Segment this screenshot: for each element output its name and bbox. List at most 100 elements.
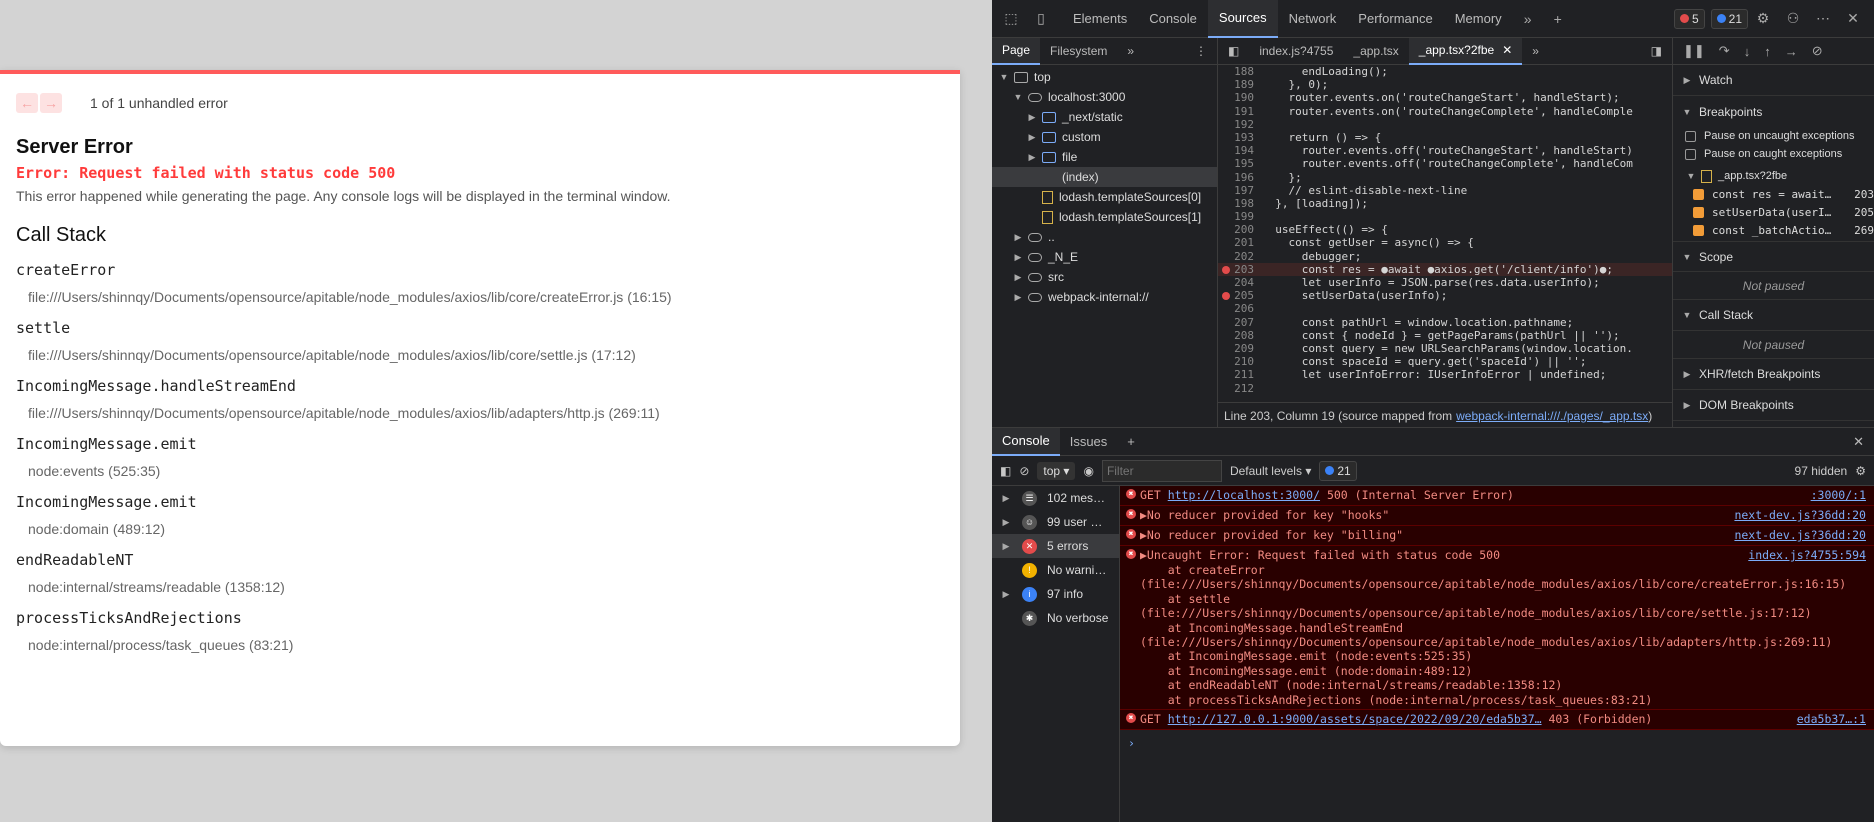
context-selector[interactable]: top ▾ bbox=[1037, 461, 1076, 480]
settings-gear-icon[interactable]: ⚙ bbox=[1754, 10, 1772, 28]
deactivate-breakpoints-icon[interactable]: ⊘ bbox=[1812, 43, 1823, 59]
tree-arrow-icon[interactable]: ▶ bbox=[1026, 112, 1038, 123]
console-prompt[interactable]: › bbox=[1120, 736, 1874, 750]
line-number[interactable]: 198 bbox=[1218, 197, 1262, 210]
watch-section[interactable]: ▶ Watch bbox=[1673, 65, 1874, 96]
tree-item[interactable]: ▶ _next/static bbox=[992, 107, 1217, 127]
add-drawer-tab-icon[interactable]: + bbox=[1117, 428, 1145, 456]
tree-item[interactable]: ▶ webpack-internal:// bbox=[992, 287, 1217, 307]
tab-network[interactable]: Network bbox=[1278, 0, 1348, 38]
line-number[interactable]: 206 bbox=[1218, 302, 1262, 315]
call-stack-section[interactable]: ▼ Call Stack bbox=[1673, 300, 1874, 331]
editor-tab-app-active[interactable]: _app.tsx?2fbe ✕ bbox=[1408, 37, 1523, 65]
tab-console[interactable]: Console bbox=[992, 427, 1060, 456]
msg-text[interactable]: ▶No reducer provided for key "hooks" bbox=[1140, 508, 1389, 523]
issues-badge[interactable]: 21 bbox=[1319, 460, 1357, 481]
line-number[interactable]: 197 bbox=[1218, 184, 1262, 197]
close-drawer-icon[interactable]: ✕ bbox=[1843, 428, 1874, 456]
frame-location[interactable]: file:///Users/shinnqy/Documents/opensour… bbox=[28, 347, 944, 363]
clear-console-icon[interactable]: ⊘ bbox=[1019, 464, 1029, 478]
step-icon[interactable]: → bbox=[1785, 44, 1798, 59]
line-number[interactable]: 200 bbox=[1218, 223, 1262, 236]
tree-item[interactable]: ▶ src bbox=[992, 267, 1217, 287]
close-devtools-icon[interactable]: ✕ bbox=[1844, 10, 1862, 28]
dom-breakpoints-section[interactable]: ▶ DOM Breakpoints bbox=[1673, 390, 1874, 421]
console-settings-gear-icon[interactable]: ⚙ bbox=[1855, 464, 1866, 478]
scope-section[interactable]: ▼ Scope bbox=[1673, 241, 1874, 272]
breakpoint-line-number[interactable]: 205 bbox=[1218, 289, 1262, 302]
error-count-badge[interactable]: 5 bbox=[1673, 8, 1705, 29]
info-count-badge[interactable]: 21 bbox=[1710, 8, 1748, 29]
tab-elements[interactable]: Elements bbox=[1062, 0, 1138, 38]
step-into-icon[interactable]: ↓ bbox=[1744, 44, 1751, 59]
line-number[interactable]: 211 bbox=[1218, 368, 1262, 381]
line-number[interactable]: 202 bbox=[1218, 250, 1262, 263]
tree-arrow-icon[interactable]: ▶ bbox=[1026, 152, 1038, 163]
line-number[interactable]: 190 bbox=[1218, 91, 1262, 104]
frame-location[interactable]: file:///Users/shinnqy/Documents/opensour… bbox=[28, 405, 944, 421]
more-navigator-tabs-icon[interactable]: » bbox=[1117, 38, 1144, 65]
log-levels-dropdown[interactable]: Default levels ▾ bbox=[1230, 464, 1311, 478]
device-toolbar-icon[interactable]: ▯ bbox=[1032, 10, 1050, 28]
more-tabs-icon[interactable]: » bbox=[1519, 10, 1537, 28]
frame-location[interactable]: node:events (525:35) bbox=[28, 463, 944, 479]
remote-devices-icon[interactable]: ⚇ bbox=[1784, 10, 1802, 28]
frame-location[interactable]: node:internal/streams/readable (1358:12) bbox=[28, 579, 944, 595]
pause-caught-checkbox[interactable]: Pause on caught exceptions bbox=[1673, 145, 1874, 163]
pause-uncaught-checkbox[interactable]: Pause on uncaught exceptions bbox=[1673, 127, 1874, 145]
console-sidebar-item[interactable]: ▶ ✕ 5 errors bbox=[992, 534, 1119, 558]
frame-location[interactable]: node:internal/process/task_queues (83:21… bbox=[28, 637, 944, 653]
code-lines[interactable]: 188 endLoading(); 189 }, 0); 190 router.ev… bbox=[1218, 65, 1672, 402]
tree-item[interactable]: ▶ _N_E bbox=[992, 247, 1217, 267]
line-number[interactable]: 204 bbox=[1218, 276, 1262, 289]
live-expression-eye-icon[interactable]: ◉ bbox=[1083, 464, 1093, 478]
line-number[interactable]: 191 bbox=[1218, 105, 1262, 118]
msg-source-link[interactable]: next-dev.js?36dd:20 bbox=[1734, 528, 1866, 543]
breakpoint-item[interactable]: const _batchActio… 269 bbox=[1673, 221, 1874, 239]
line-number[interactable]: 192 bbox=[1218, 118, 1262, 131]
step-out-icon[interactable]: ↑ bbox=[1764, 44, 1771, 59]
toggle-navigator-icon[interactable]: ◧ bbox=[1218, 38, 1249, 65]
line-number[interactable]: 193 bbox=[1218, 131, 1262, 144]
frame-location[interactable]: node:domain (489:12) bbox=[28, 521, 944, 537]
tree-item[interactable]: (index) bbox=[992, 167, 1217, 187]
line-number[interactable]: 209 bbox=[1218, 342, 1262, 355]
console-sidebar-item[interactable]: ! No warni… bbox=[992, 558, 1119, 582]
step-over-icon[interactable]: ↷ bbox=[1719, 43, 1730, 59]
tab-performance[interactable]: Performance bbox=[1347, 0, 1443, 38]
tree-item[interactable]: ▶ custom bbox=[992, 127, 1217, 147]
editor-tab-app[interactable]: _app.tsx bbox=[1343, 38, 1408, 65]
console-sidebar-item[interactable]: ▶ i 97 info bbox=[992, 582, 1119, 606]
line-number[interactable]: 199 bbox=[1218, 210, 1262, 223]
more-options-icon[interactable]: ⋯ bbox=[1814, 10, 1832, 28]
frame-location[interactable]: file:///Users/shinnqy/Documents/opensour… bbox=[28, 289, 944, 305]
line-number[interactable]: 189 bbox=[1218, 78, 1262, 91]
tab-filesystem[interactable]: Filesystem bbox=[1040, 38, 1117, 65]
tab-sources[interactable]: Sources bbox=[1207, 0, 1278, 38]
msg-source-link[interactable]: next-dev.js?36dd:20 bbox=[1734, 508, 1866, 523]
tree-arrow-icon[interactable]: ▶ bbox=[1012, 232, 1024, 243]
tab-page[interactable]: Page bbox=[992, 37, 1041, 65]
tree-arrow-icon[interactable]: ▶ bbox=[1026, 132, 1038, 143]
inspect-element-icon[interactable]: ⬚ bbox=[1002, 10, 1020, 28]
line-number[interactable]: 201 bbox=[1218, 236, 1262, 249]
tree-item[interactable]: ▶.. bbox=[992, 227, 1217, 247]
sidebar-toggle-icon[interactable]: ◧ bbox=[1000, 464, 1011, 478]
msg-text[interactable]: ▶No reducer provided for key "billing" bbox=[1140, 528, 1403, 543]
tab-memory[interactable]: Memory bbox=[1444, 0, 1513, 38]
tree-item[interactable]: lodash.templateSources[0] bbox=[992, 187, 1217, 207]
navigator-menu-icon[interactable]: ⋮ bbox=[1185, 38, 1217, 65]
line-number[interactable]: 188 bbox=[1218, 65, 1262, 78]
line-number[interactable]: 210 bbox=[1218, 355, 1262, 368]
line-number[interactable]: 207 bbox=[1218, 316, 1262, 329]
next-error-button[interactable]: → bbox=[40, 93, 62, 113]
console-sidebar-item[interactable]: ▶ ☰ 102 mes… bbox=[992, 486, 1119, 510]
tree-arrow-icon[interactable]: ▶ bbox=[1012, 252, 1024, 263]
tree-item[interactable]: lodash.templateSources[1] bbox=[992, 207, 1217, 227]
xhr-breakpoints-section[interactable]: ▶ XHR/fetch Breakpoints bbox=[1673, 359, 1874, 390]
line-number[interactable]: 212 bbox=[1218, 382, 1262, 395]
msg-source-link[interactable]: index.js?4755:594 bbox=[1748, 548, 1866, 563]
tree-arrow-icon[interactable]: ▶ bbox=[1012, 272, 1024, 283]
line-number[interactable]: 208 bbox=[1218, 329, 1262, 342]
more-editor-tabs-icon[interactable]: » bbox=[1522, 38, 1549, 65]
